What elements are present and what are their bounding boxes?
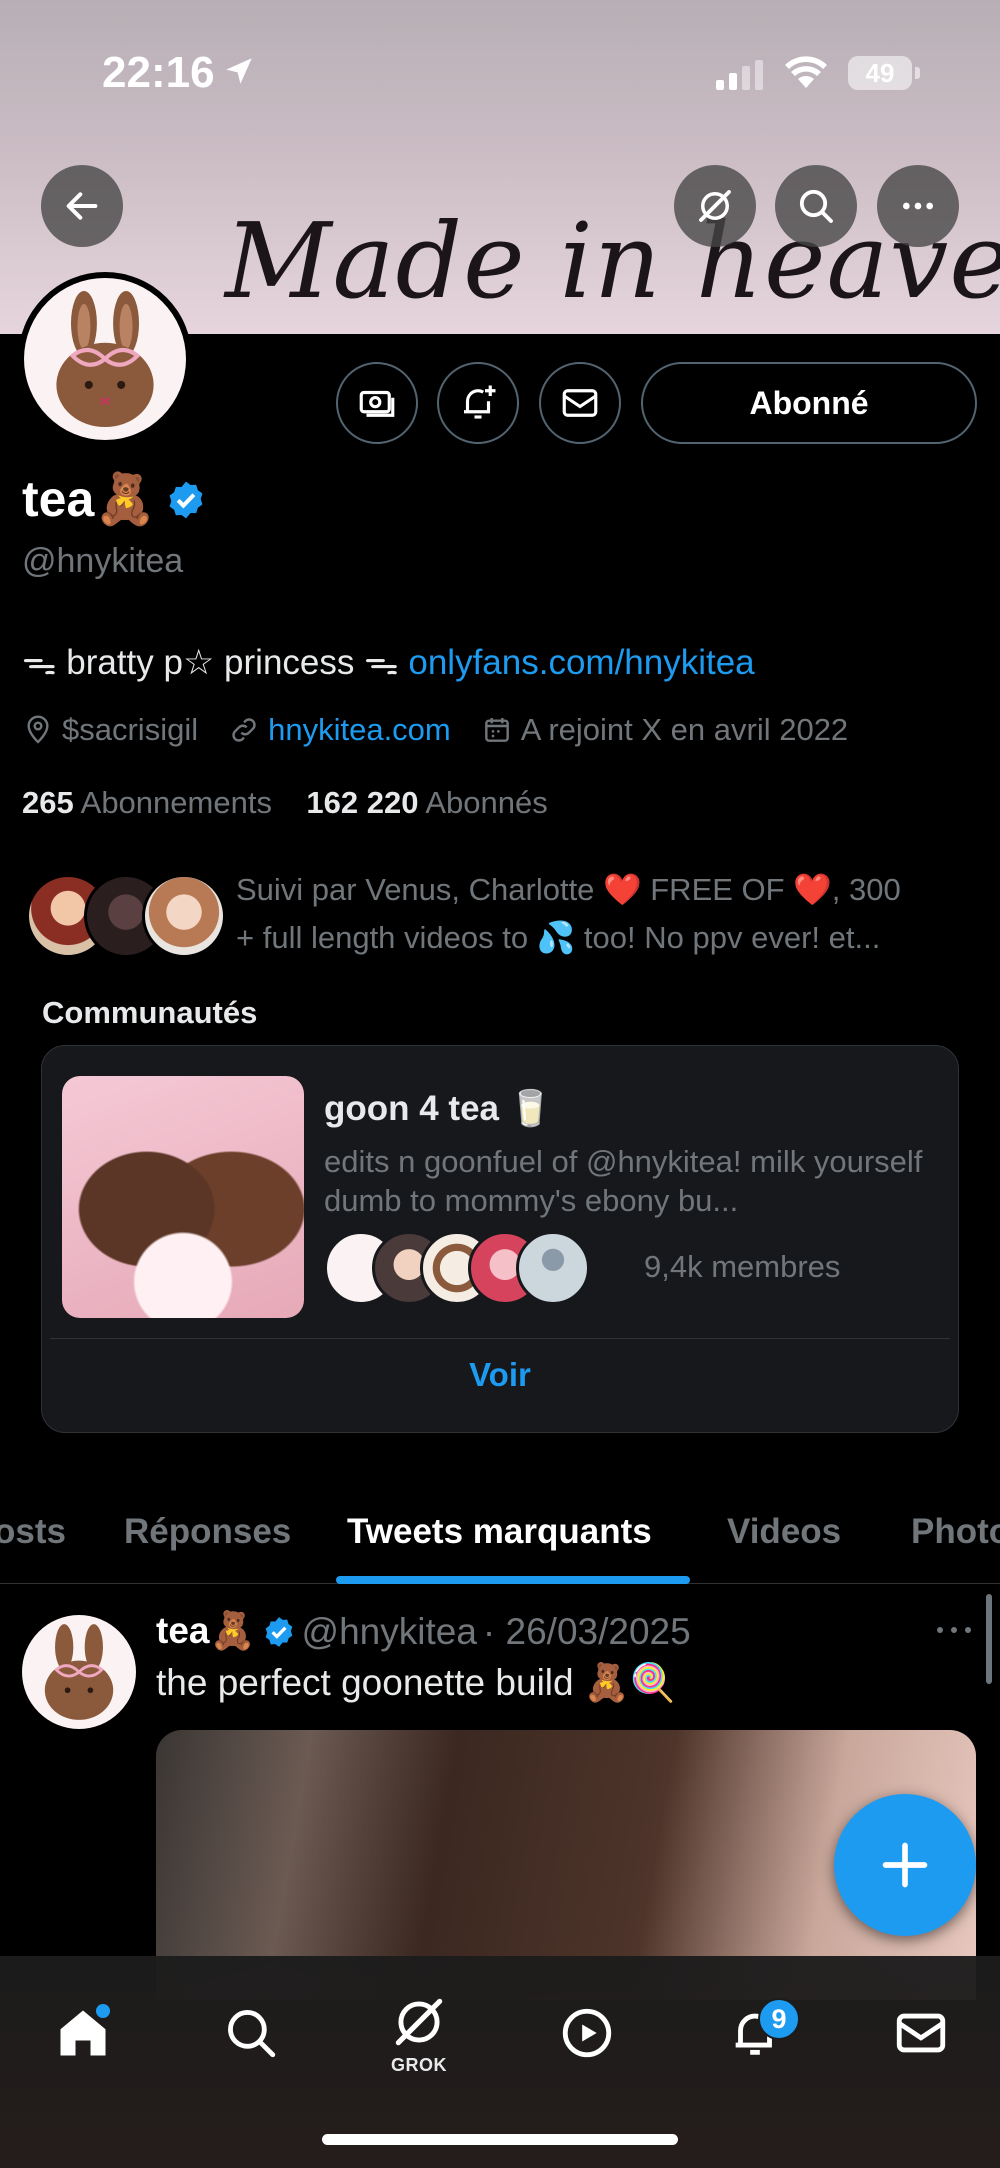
following-count: 265 <box>22 785 74 820</box>
tweet-more-icon[interactable] <box>934 1620 974 1640</box>
grok-button[interactable] <box>674 165 756 247</box>
search-icon <box>228 2010 276 2058</box>
grok-icon <box>395 1998 443 2045</box>
search-icon <box>799 189 833 223</box>
compose-button[interactable] <box>834 1794 976 1936</box>
location-pin-icon <box>27 715 49 744</box>
battery-level: 49 <box>865 57 895 88</box>
grok-label: GROK <box>391 2054 447 2075</box>
bio-link[interactable]: onlyfans.com/hnykitea <box>408 643 754 682</box>
scrollbar[interactable] <box>986 1594 992 1684</box>
joined-text: A rejoint X en avril 2022 <box>520 712 849 747</box>
tweet-date: · 26/03/2025 <box>482 1610 691 1652</box>
tweet-avatar[interactable] <box>22 1615 136 1729</box>
followed-by-line-2: + full length videos to 💦 too! No ppv ev… <box>236 920 881 955</box>
community-card[interactable]: goon 4 tea 🥛 edits n goonfuel of @hnykit… <box>41 1045 959 1433</box>
back-button[interactable] <box>41 165 123 247</box>
followers-label: Abonnés <box>425 785 548 820</box>
community-member-count: 9,4k membres <box>644 1249 841 1284</box>
followed-by-text: Suivi par Venus, Charlotte ❤️ FREE OF ❤️… <box>236 866 976 962</box>
play-circle-icon <box>562 2008 612 2058</box>
follow-counts: 265 Abonnements 162 220 Abonnés <box>22 785 548 821</box>
location-arrow-icon <box>226 58 252 84</box>
active-tab-indicator <box>336 1576 690 1584</box>
subscribe-money-button[interactable] <box>336 362 418 444</box>
search-button[interactable] <box>775 165 857 247</box>
community-divider <box>50 1338 950 1339</box>
tab-highlights[interactable]: Tweets marquants <box>347 1512 652 1552</box>
bunny-avatar-icon <box>56 290 154 428</box>
community-members: 9,4k membres <box>324 1231 944 1307</box>
link-icon <box>232 718 256 742</box>
verified-badge-icon <box>265 1616 292 1647</box>
tab-videos[interactable]: Videos <box>727 1512 841 1552</box>
plus-icon <box>882 1842 928 1888</box>
calendar-icon <box>484 718 509 742</box>
bunny-avatar-icon <box>44 1624 114 1720</box>
website-link[interactable]: hnykitea.com <box>268 712 451 748</box>
home-indicator <box>322 2134 678 2145</box>
following-button[interactable]: Abonné <box>641 362 977 444</box>
location-item: $sacrisigil <box>22 712 198 748</box>
profile-avatar[interactable] <box>18 272 192 446</box>
home-unread-dot <box>96 2004 110 2018</box>
status-bar: 22:16 49 <box>0 0 1000 140</box>
nav-notifications[interactable]: 9 <box>700 1978 810 2088</box>
tweet-author-name[interactable]: tea🧸 <box>156 1610 256 1653</box>
bio-text: ᯓ bratty p☆ princess ᯓ <box>22 643 409 682</box>
following-link[interactable]: 265 Abonnements <box>22 785 272 820</box>
profile-tabs: osts Réponses Tweets marquants Videos Ph… <box>0 1502 1000 1584</box>
profile-name-row: tea🧸 <box>22 470 207 529</box>
cellular-signal-icon <box>716 60 763 90</box>
website-item[interactable]: hnykitea.com <box>228 712 451 748</box>
tab-replies[interactable]: Réponses <box>124 1512 291 1552</box>
tweet-text: the perfect goonette build 🧸🍭 <box>156 1662 677 1703</box>
following-label: Abonnements <box>80 785 272 820</box>
status-time: 22:16 <box>102 48 215 97</box>
message-button[interactable] <box>539 362 621 444</box>
wifi-icon <box>785 56 827 88</box>
followers-link[interactable]: 162 220 Abonnés <box>306 785 547 820</box>
profile-meta: $sacrisigil hnykitea.com A rejoint X en … <box>22 712 878 748</box>
member-avatar <box>516 1231 590 1305</box>
follower-avatar <box>142 874 226 958</box>
followed-by-line-1: Suivi par Venus, Charlotte ❤️ FREE OF ❤️… <box>236 872 901 907</box>
money-icon <box>359 390 395 417</box>
profile-name: tea🧸 <box>22 471 157 527</box>
nav-grok[interactable]: GROK <box>364 1978 474 2088</box>
communities-title: Communautés <box>42 995 258 1030</box>
nav-messages[interactable] <box>866 1978 976 2088</box>
community-image <box>62 1076 304 1318</box>
location-text: $sacrisigil <box>62 712 199 747</box>
nav-search[interactable] <box>196 1978 306 2088</box>
more-dots-icon <box>903 202 933 210</box>
more-options-button[interactable] <box>877 165 959 247</box>
followed-by-section[interactable]: Suivi par Venus, Charlotte ❤️ FREE OF ❤️… <box>22 866 982 966</box>
joined-item: A rejoint X en avril 2022 <box>481 712 848 748</box>
tab-posts[interactable]: osts <box>0 1512 66 1552</box>
profile-handle: @hnykitea <box>22 542 184 580</box>
back-arrow-icon <box>66 192 98 220</box>
community-view-button[interactable]: Voir <box>42 1356 958 1394</box>
bell-plus-icon <box>464 385 496 419</box>
verified-badge-icon <box>169 481 202 518</box>
envelope-icon <box>562 389 598 417</box>
notifications-badge: 9 <box>758 1998 800 2040</box>
nav-home[interactable] <box>28 1978 138 2088</box>
community-name: goon 4 tea 🥛 <box>324 1089 553 1128</box>
tweet-header: tea🧸 @hnykitea · 26/03/2025 <box>156 1610 691 1653</box>
tweet-author-handle[interactable]: @hnykitea <box>302 1611 477 1653</box>
grok-icon <box>699 190 731 222</box>
tab-photos[interactable]: Photo <box>911 1512 1000 1552</box>
battery-icon: 49 <box>848 56 920 90</box>
envelope-icon <box>896 2013 946 2053</box>
nav-video[interactable] <box>532 1978 642 2088</box>
community-description: edits n goonfuel of @hnykitea! milk your… <box>324 1144 923 1218</box>
notify-button[interactable] <box>437 362 519 444</box>
followers-count: 162 220 <box>306 785 419 820</box>
profile-bio: ᯓ bratty p☆ princess ᯓ onlyfans.com/hnyk… <box>22 638 755 685</box>
followed-by-avatars <box>26 874 236 958</box>
